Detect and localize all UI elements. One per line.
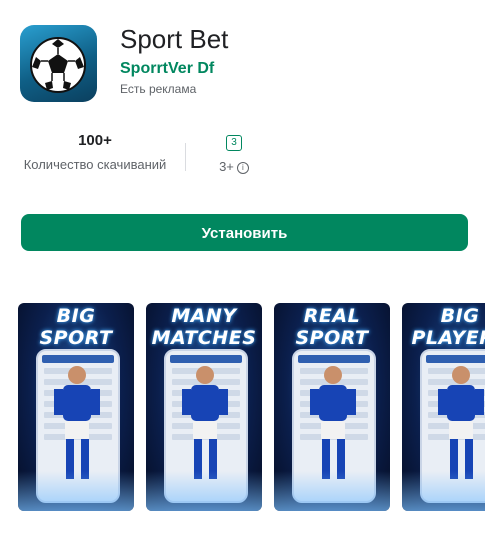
soccer-ball-icon: [30, 37, 86, 93]
screenshot-caption-line1: REAL: [303, 305, 361, 327]
screenshot-caption-line2: SPORT: [39, 327, 113, 349]
app-icon: [20, 25, 97, 102]
info-icon[interactable]: i: [236, 162, 249, 174]
screenshot-3[interactable]: REAL SPORT: [274, 303, 390, 511]
screenshot-caption-line2: MATCHES: [151, 327, 257, 349]
rating-label-text: 3+: [219, 159, 234, 174]
floor-glow: [402, 471, 485, 511]
screenshot-caption-line1: BIG: [440, 305, 480, 327]
floor-glow: [146, 471, 262, 511]
screenshot-caption-line1: MANY: [171, 305, 237, 327]
screenshot-2[interactable]: MANY MATCHES: [146, 303, 262, 511]
screenshot-4[interactable]: BIG PLAYERS: [402, 303, 485, 511]
floor-glow: [274, 471, 390, 511]
downloads-label: Количество скачиваний: [23, 157, 167, 172]
downloads-stat: 100+ Количество скачиваний: [10, 132, 180, 172]
ads-note: Есть реклама: [120, 82, 197, 96]
screenshot-caption-line2: SPORT: [295, 327, 369, 349]
install-button[interactable]: Установить: [21, 214, 468, 251]
screenshot-caption-line1: BIG: [56, 305, 96, 327]
floor-glow: [18, 471, 134, 511]
developer-link[interactable]: SporrtVer Df: [120, 60, 214, 78]
content-rating-label: 3+ i: [214, 159, 254, 174]
content-rating-stat[interactable]: 3 3+ i: [214, 132, 254, 174]
screenshot-carousel[interactable]: BIG SPORT MANY MATCHES REAL SPORT BIG PL…: [18, 303, 485, 511]
screenshot-1[interactable]: BIG SPORT: [18, 303, 134, 511]
stats-divider: [185, 143, 186, 171]
app-title: Sport Bet: [120, 24, 229, 54]
screenshot-caption-line2: PLAYERS: [411, 327, 485, 349]
downloads-value: 100+: [78, 132, 112, 149]
content-rating-badge: 3: [226, 135, 242, 151]
